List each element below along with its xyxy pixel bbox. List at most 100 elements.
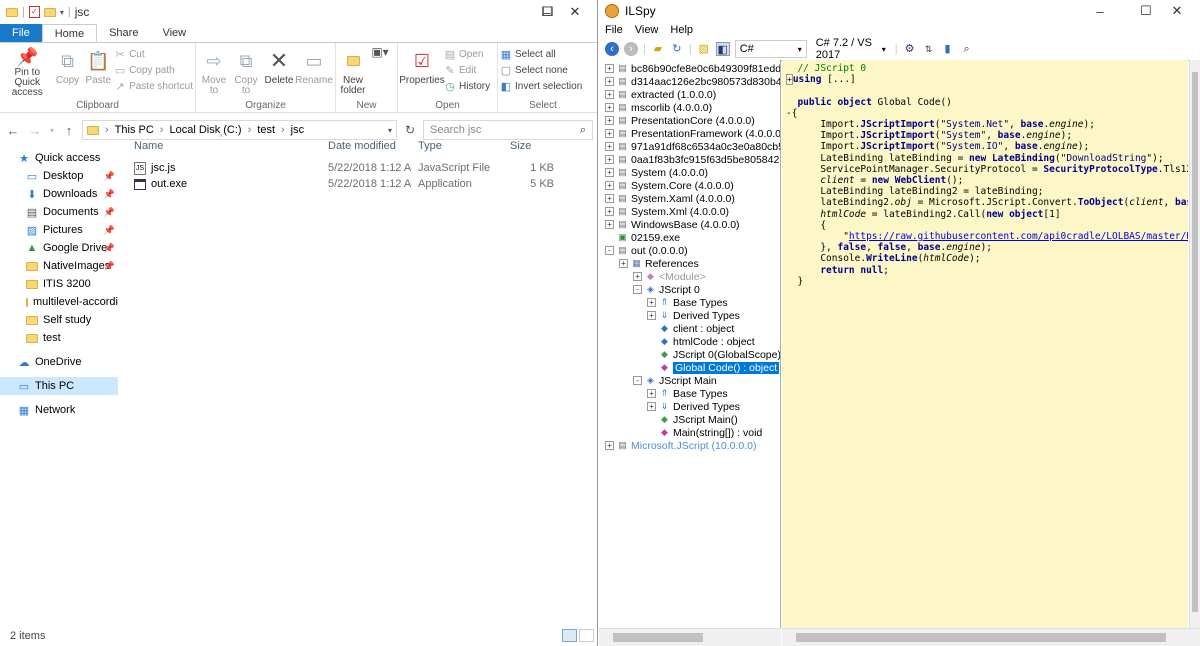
pin-icon[interactable]: 📌 bbox=[104, 189, 115, 200]
nav-item[interactable]: ▦ Network bbox=[0, 401, 118, 419]
nav-item[interactable]: ▲ Google Drive 📌 bbox=[0, 239, 118, 257]
history-button[interactable]: ◷ History bbox=[444, 80, 490, 93]
open-assembly-icon[interactable]: ▰ bbox=[651, 42, 665, 56]
tree-node[interactable]: - ▤ out (0.0.0.0) bbox=[599, 244, 780, 257]
tree-node[interactable]: + ▤ bc86b90cfe8e0c6b49309f81edd5c8a2b bbox=[599, 62, 780, 75]
pin-icon[interactable]: 📌 bbox=[104, 243, 115, 254]
tree-node[interactable]: ◆ client : object bbox=[599, 322, 780, 335]
back-icon[interactable]: ‹ bbox=[605, 42, 619, 56]
expand-icon[interactable]: + bbox=[605, 129, 614, 138]
nav-item[interactable]: ITIS 3200 bbox=[0, 275, 118, 293]
tree-node[interactable]: + ⇑ Base Types bbox=[599, 387, 780, 400]
file-row[interactable]: out.exe 5/22/2018 1:12 AM Application 5 … bbox=[128, 176, 594, 192]
paste-shortcut-button[interactable]: ↗ Paste shortcut bbox=[114, 80, 193, 93]
breadcrumb-test[interactable]: test bbox=[257, 124, 275, 136]
pin-icon[interactable]: 📌 bbox=[104, 261, 115, 272]
nav-item[interactable]: NativeImages 📌 bbox=[0, 257, 118, 275]
tree-node[interactable]: + ▦ References bbox=[599, 257, 780, 270]
collapse-icon[interactable]: - bbox=[605, 246, 614, 255]
expand-icon[interactable]: + bbox=[605, 441, 614, 450]
show-all-icon[interactable]: ◧ bbox=[715, 42, 730, 56]
back-arrow-icon[interactable]: ← bbox=[4, 123, 22, 138]
invert-selection-button[interactable]: ◧ Invert selection bbox=[500, 80, 582, 93]
menu-view[interactable]: View bbox=[635, 24, 659, 36]
minimize-button[interactable]: – bbox=[1077, 0, 1123, 22]
show-internal-icon[interactable]: ▨ bbox=[697, 42, 711, 56]
expand-icon[interactable]: + bbox=[647, 298, 656, 307]
tab-home[interactable]: Home bbox=[41, 24, 98, 42]
nav-item[interactable]: ⬇ Downloads 📌 bbox=[0, 185, 118, 203]
tree-node[interactable]: ▣ 02159.exe bbox=[599, 231, 780, 244]
expand-icon[interactable]: + bbox=[605, 90, 614, 99]
tree-node[interactable]: + ▤ 971a91df68c6534a0c3e0a80cb50d8300 bbox=[599, 140, 780, 153]
recent-dropdown-icon[interactable]: ▾ bbox=[48, 126, 56, 135]
nav-item[interactable]: ▨ Pictures 📌 bbox=[0, 221, 118, 239]
tree-node[interactable]: + ◆ <Module> bbox=[599, 270, 780, 283]
expand-icon[interactable]: + bbox=[605, 64, 614, 73]
breadcrumb-this-pc[interactable]: This PC bbox=[115, 124, 154, 136]
column-type[interactable]: Type bbox=[412, 140, 504, 152]
tab-view[interactable]: View bbox=[150, 24, 198, 42]
nav-item[interactable]: multilevel-accordio bbox=[0, 293, 118, 311]
tree-node[interactable]: + ▤ mscorlib (4.0.0.0) bbox=[599, 101, 780, 114]
nav-item[interactable]: Self study bbox=[0, 311, 118, 329]
sort-icon[interactable]: ⇅ bbox=[922, 42, 936, 56]
pin-icon[interactable]: 📌 bbox=[104, 207, 115, 218]
expand-icon[interactable]: + bbox=[605, 168, 614, 177]
tree-horizontal-scrollbar[interactable] bbox=[599, 628, 781, 646]
tree-node[interactable]: - ◈ JScript 0 bbox=[599, 283, 780, 296]
column-name[interactable]: Name bbox=[128, 140, 322, 152]
pin-quick-access-button[interactable]: 📌 Pin to Quick access bbox=[2, 45, 53, 98]
nav-item[interactable]: test bbox=[0, 329, 118, 347]
delete-button[interactable]: ✕ Delete bbox=[262, 45, 296, 98]
menu-help[interactable]: Help bbox=[670, 24, 693, 36]
tree-node[interactable]: + ▤ extracted (1.0.0.0) bbox=[599, 88, 780, 101]
code-view[interactable]: // JScript 0 +using [...] public object G… bbox=[782, 60, 1188, 628]
expand-icon[interactable]: + bbox=[647, 402, 656, 411]
open-button[interactable]: ▤ Open bbox=[444, 48, 490, 61]
edit-button[interactable]: ✎ Edit bbox=[444, 64, 490, 77]
close-button[interactable]: ✕ bbox=[1154, 0, 1200, 22]
reload-icon[interactable]: ↻ bbox=[670, 42, 684, 56]
tree-node[interactable]: + ▤ WindowsBase (4.0.0.0) bbox=[599, 218, 780, 231]
up-arrow-icon[interactable]: ↑ bbox=[60, 123, 78, 138]
refresh-icon[interactable]: ↻ bbox=[401, 123, 419, 137]
nav-item[interactable]: ☁ OneDrive bbox=[0, 353, 118, 371]
new-item-button[interactable]: ▣▾ bbox=[368, 45, 392, 98]
breadcrumb-jsc[interactable]: jsc bbox=[291, 124, 304, 136]
version-dropdown[interactable]: C# 7.2 / VS 2017 ▾ bbox=[812, 37, 890, 61]
language-dropdown[interactable]: C# ▾ bbox=[734, 40, 807, 58]
tree-node[interactable]: + ⇓ Derived Types bbox=[599, 309, 780, 322]
copy-to-button[interactable]: ⧉ Copy to bbox=[230, 45, 262, 98]
collapse-icon[interactable]: - bbox=[633, 376, 642, 385]
expand-icon[interactable]: + bbox=[605, 220, 614, 229]
properties-qa-icon[interactable]: ✓ bbox=[28, 6, 40, 18]
nav-item[interactable]: ▭ Desktop 📌 bbox=[0, 167, 118, 185]
select-all-button[interactable]: ▦ Select all bbox=[500, 48, 582, 61]
tree-node[interactable]: - ◈ JScript Main bbox=[599, 374, 780, 387]
tree-node[interactable]: + ▤ System.Xml (4.0.0.0) bbox=[599, 205, 780, 218]
forward-arrow-icon[interactable]: → bbox=[26, 123, 44, 138]
search-icon[interactable]: ⌕ bbox=[960, 42, 974, 56]
expand-icon[interactable]: + bbox=[605, 77, 614, 86]
large-icons-view-button[interactable] bbox=[579, 629, 594, 642]
column-size[interactable]: Size bbox=[504, 140, 554, 152]
tree-node[interactable]: + ▤ System.Xaml (4.0.0.0) bbox=[599, 192, 780, 205]
breadcrumb-local-disk[interactable]: Local Disk (C:) bbox=[169, 124, 241, 136]
expand-icon[interactable]: + bbox=[633, 272, 642, 281]
code-vertical-scrollbar[interactable] bbox=[1189, 60, 1200, 628]
tree-node[interactable]: ◆ Main(string[]) : void bbox=[599, 426, 780, 439]
tree-node[interactable]: + ⇓ Derived Types bbox=[599, 400, 780, 413]
copy-path-button[interactable]: ▭ Copy path bbox=[114, 64, 193, 77]
tree-node[interactable]: + ▤ PresentationCore (4.0.0.0) bbox=[599, 114, 780, 127]
qa-dropdown-icon[interactable]: ▾ bbox=[60, 8, 64, 17]
expand-icon[interactable]: + bbox=[605, 181, 614, 190]
expand-icon[interactable]: + bbox=[605, 103, 614, 112]
menu-file[interactable]: File bbox=[605, 24, 623, 36]
expand-icon[interactable]: + bbox=[647, 389, 656, 398]
new-folder-qa-icon[interactable] bbox=[43, 7, 56, 17]
expand-icon[interactable]: + bbox=[605, 207, 614, 216]
details-view-button[interactable] bbox=[562, 629, 577, 642]
move-to-button[interactable]: ⇨ Move to bbox=[198, 45, 230, 98]
collapse-icon[interactable]: - bbox=[633, 285, 642, 294]
